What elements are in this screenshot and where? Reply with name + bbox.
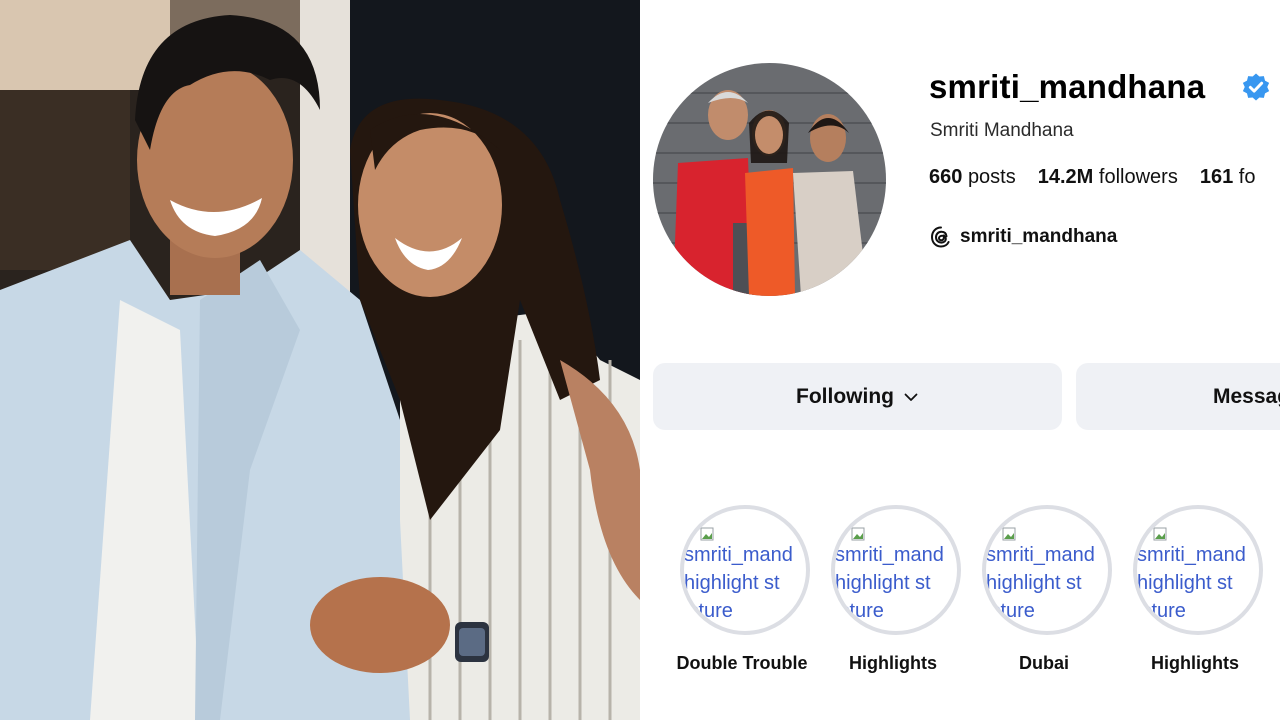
highlight-dubai[interactable]: smriti_mand highlight st icture Dubai (978, 505, 1112, 674)
highlight-alt-text: smriti_mand highlight st icture (986, 544, 1095, 622)
couple-photo-illustration (0, 0, 640, 720)
following-button[interactable]: Following (653, 363, 1062, 430)
highlight-label: Dubai (1018, 653, 1069, 673)
profile-username: smriti_mandhana (929, 68, 1206, 105)
followers-count[interactable]: 14.2M followers (1038, 166, 1178, 188)
profile-full-name: Smriti Mandhana (930, 120, 1074, 141)
following-button-label: Following (796, 384, 894, 408)
broken-image-icon (1153, 527, 1167, 541)
chevron-down-icon (904, 393, 918, 401)
message-button[interactable]: Messag (1076, 363, 1280, 430)
highlight-cover: smriti_mand highlight st icture (1133, 505, 1263, 635)
message-button-label: Messag (1213, 384, 1280, 408)
highlight-cover: smriti_mand highlight st icture (680, 505, 810, 635)
profile-stats: 660 posts 14.2M followers 161 fo (929, 166, 1277, 189)
profile-avatar[interactable] (653, 63, 886, 296)
avatar-photo (653, 63, 886, 296)
couple-photo (0, 0, 640, 720)
highlight-cover: smriti_mand highlight st icture (831, 505, 961, 635)
broken-image-icon (1002, 527, 1016, 541)
highlight-label: Highlights (1151, 653, 1239, 673)
verified-badge-icon (1242, 73, 1270, 101)
highlight-label: Double Trouble (676, 653, 808, 673)
threads-icon (930, 226, 950, 248)
threads-link[interactable]: smriti_mandhana (929, 223, 1117, 251)
threads-handle: smriti_mandhana (960, 226, 1118, 247)
highlight-alt-text: smriti_mand highlight st icture (1137, 544, 1246, 622)
highlight-highlights-1[interactable]: smriti_mand highlight st icture Highlights (827, 505, 961, 674)
highlight-alt-text: smriti_mand highlight st icture (684, 544, 793, 622)
following-count[interactable]: 161 fo (1200, 166, 1256, 188)
broken-image-icon (700, 527, 714, 541)
instagram-profile-panel: smriti_mandhana Smriti Mandhana 660 post… (640, 0, 1280, 720)
highlight-label: Highlights (849, 653, 937, 673)
highlight-alt-text: smriti_mand highlight st icture (835, 544, 944, 622)
highlight-double-trouble[interactable]: smriti_mand highlight st icture Double Tro… (676, 505, 810, 674)
highlight-cover: smriti_mand highlight st icture (982, 505, 1112, 635)
highlight-highlights-2[interactable]: smriti_mand highlight st icture Highlights (1129, 505, 1263, 674)
posts-count: 660 posts (929, 166, 1016, 188)
broken-image-icon (851, 527, 865, 541)
